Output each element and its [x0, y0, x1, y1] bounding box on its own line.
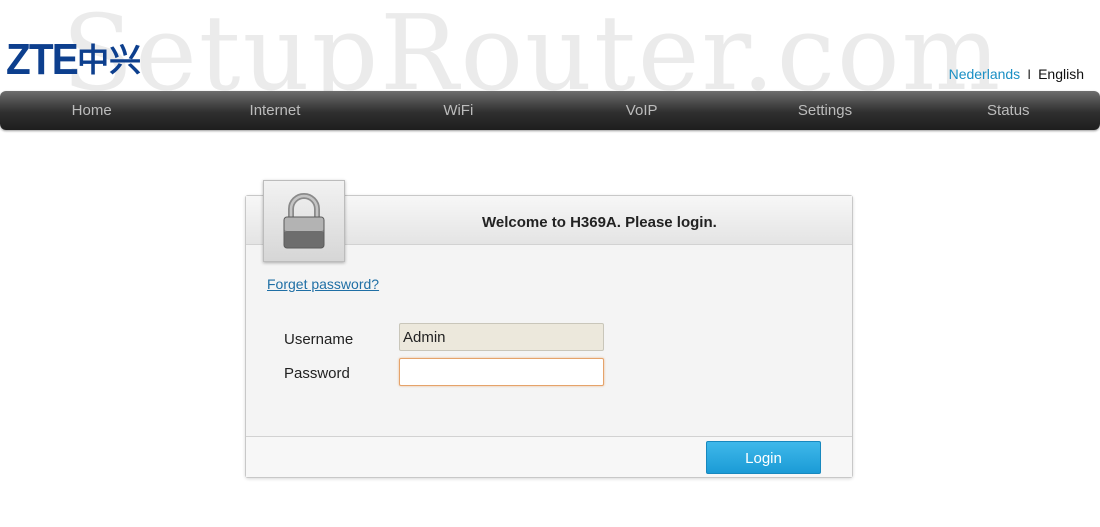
- nav-item-voip[interactable]: VoIP: [550, 91, 733, 130]
- language-switcher: Nederlands I English: [949, 66, 1084, 82]
- padlock-icon: [283, 193, 325, 249]
- main-nav-bar: Home Internet WiFi VoIP Settings Status: [0, 91, 1100, 130]
- nav-item-home[interactable]: Home: [0, 91, 183, 130]
- password-label: Password: [284, 365, 350, 382]
- nav-item-status[interactable]: Status: [917, 91, 1100, 130]
- zte-logo: ZTE 中兴: [6, 38, 141, 82]
- password-field[interactable]: [399, 358, 604, 386]
- login-title: Welcome to H369A. Please login.: [482, 214, 717, 231]
- language-english-link[interactable]: English: [1038, 66, 1084, 82]
- login-button[interactable]: Login: [706, 441, 821, 474]
- lock-icon-box: [263, 180, 345, 262]
- username-field[interactable]: [399, 323, 604, 351]
- username-label: Username: [284, 331, 354, 348]
- logo-chinese-text: 中兴: [77, 41, 142, 79]
- language-separator: I: [1027, 66, 1032, 82]
- nav-item-wifi[interactable]: WiFi: [367, 91, 550, 130]
- nav-item-settings[interactable]: Settings: [733, 91, 916, 130]
- language-nederlands-link[interactable]: Nederlands: [949, 66, 1021, 82]
- nav-item-internet[interactable]: Internet: [183, 91, 366, 130]
- forgot-password-link[interactable]: Forget password?: [267, 276, 379, 292]
- logo-text: ZTE: [6, 35, 79, 84]
